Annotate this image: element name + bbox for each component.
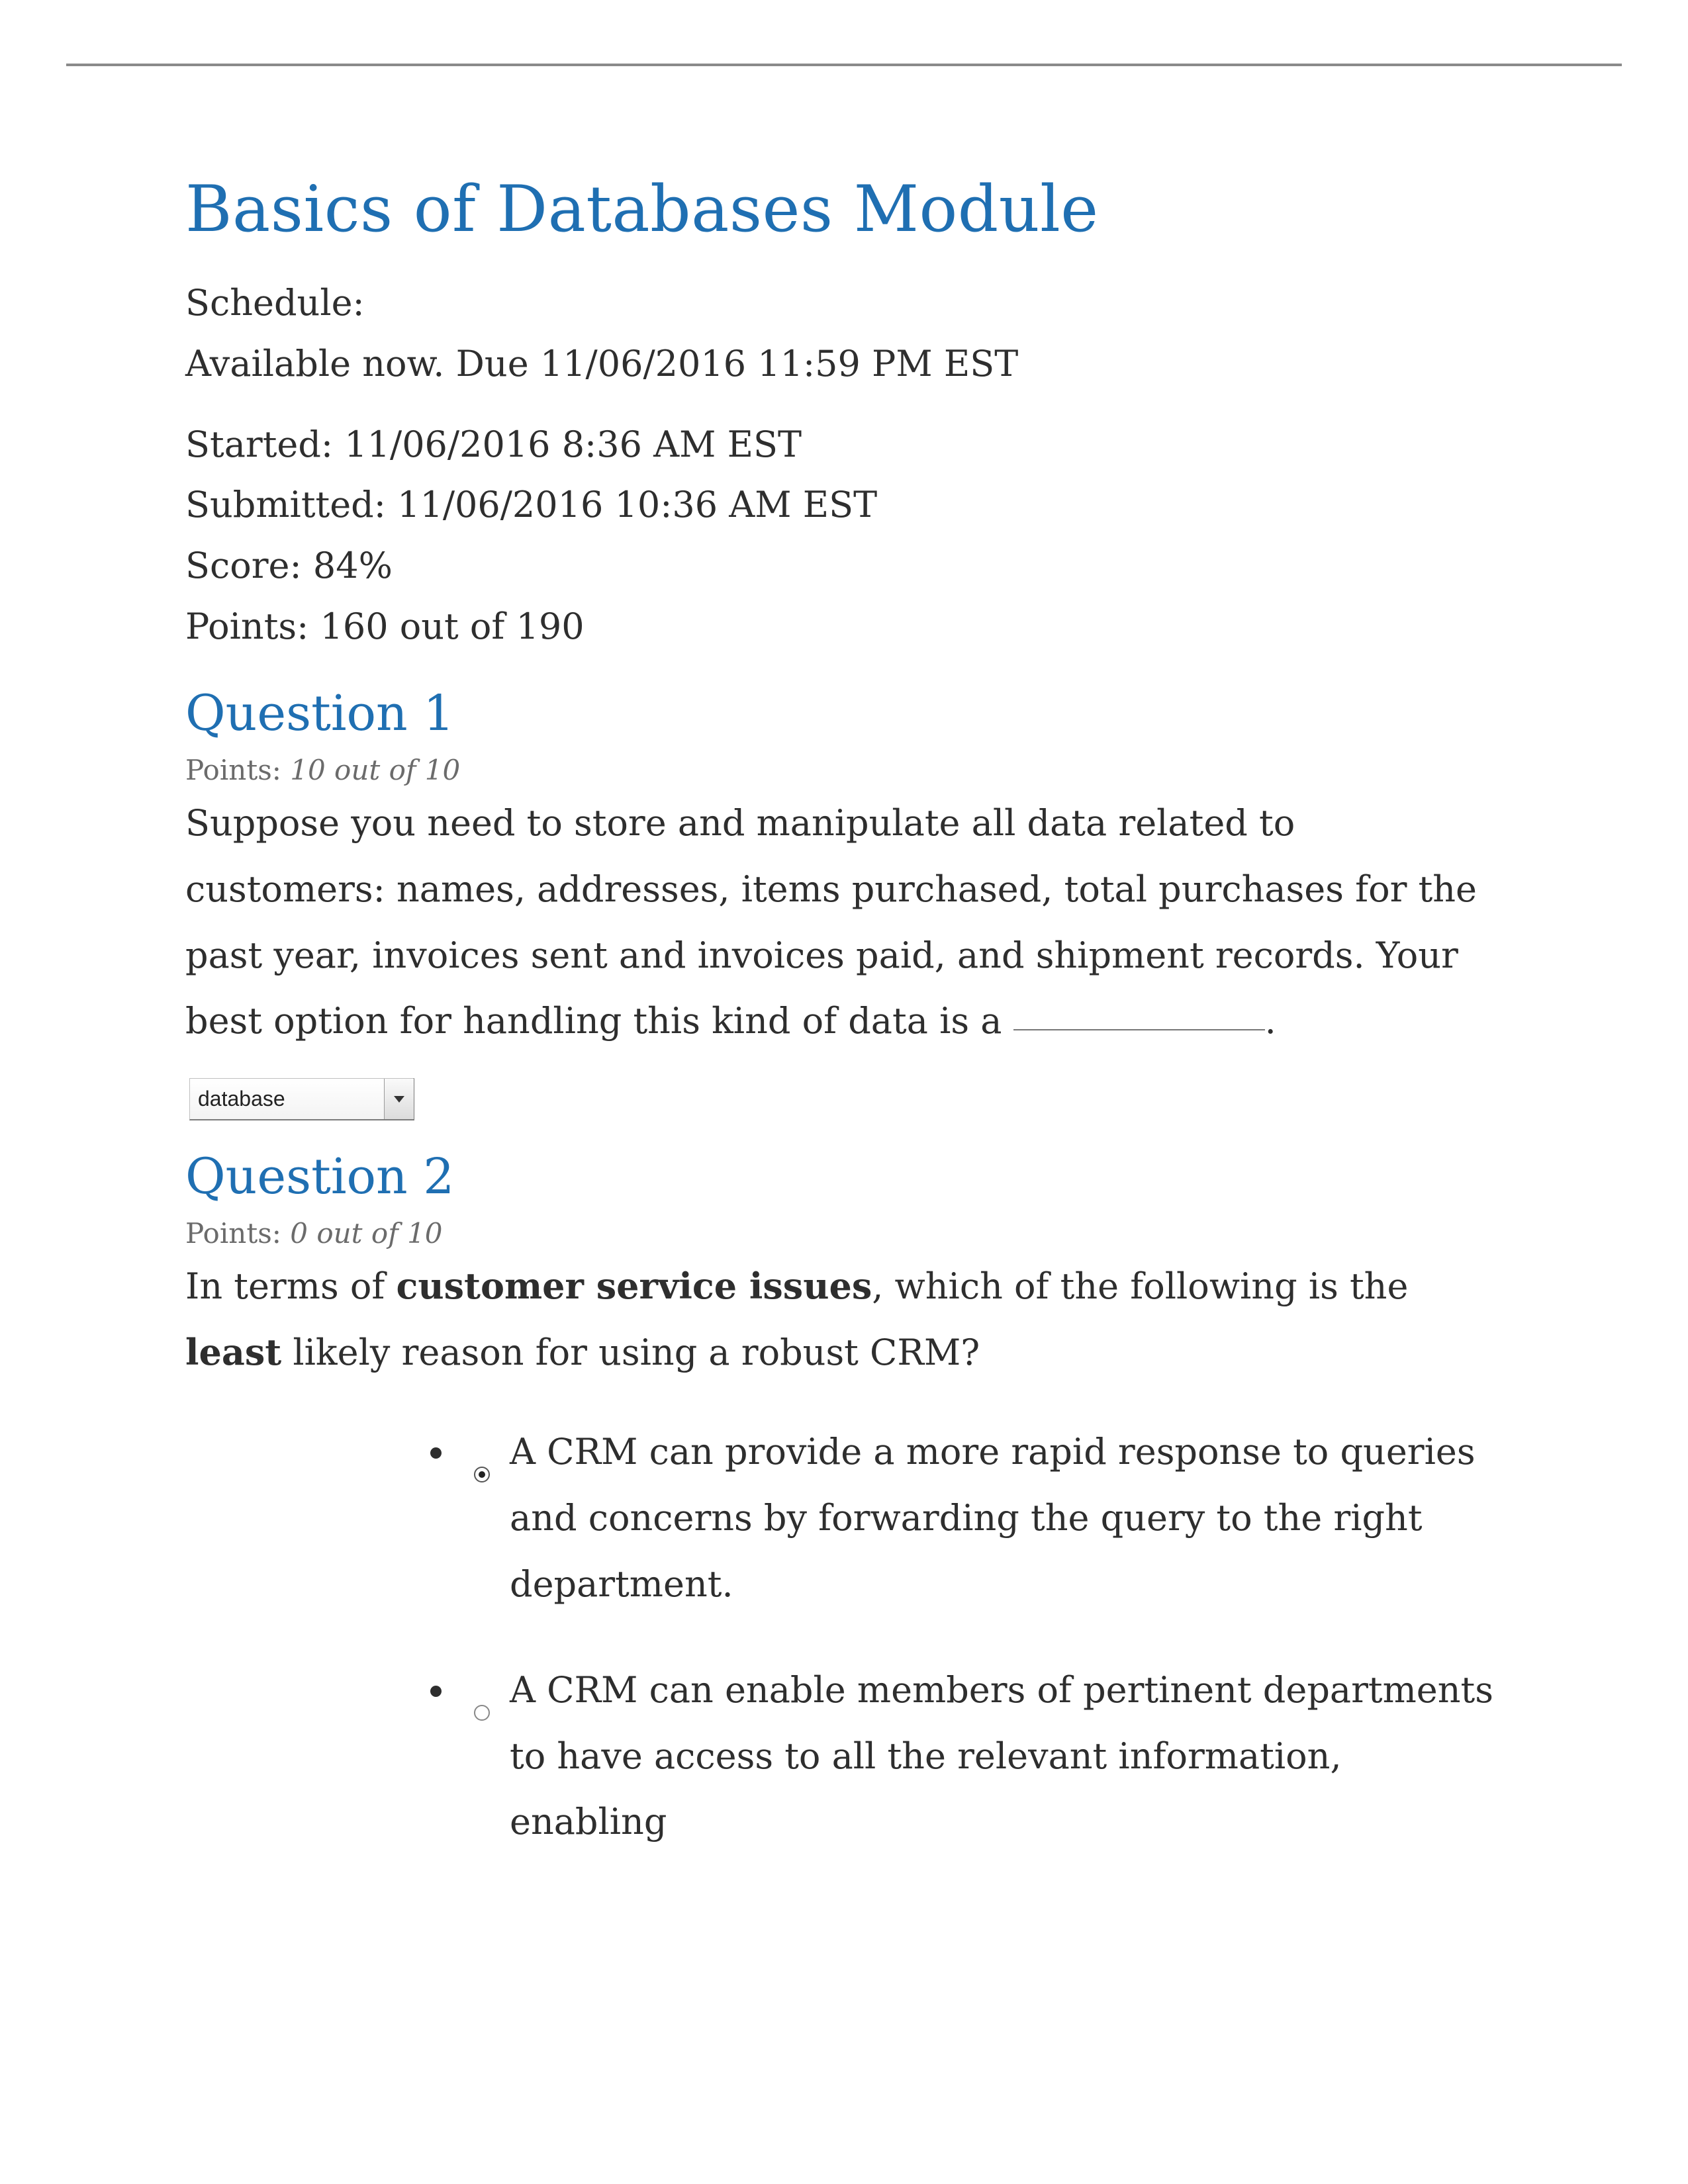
points-label: Points: [185,606,320,647]
dropdown-button[interactable] [384,1079,414,1119]
q2-text-p2: , which of the following is the [872,1265,1408,1307]
q1-text-before: Suppose you need to store and manipulate… [185,802,1477,1042]
submitted-line: Submitted: 11/06/2016 10:36 AM EST [185,475,1503,535]
radio-button[interactable] [473,1704,491,1722]
dropdown-box[interactable]: database [189,1078,414,1120]
dropdown-selected-value: database [198,1079,285,1118]
started-label: Started: [185,424,344,465]
radio-button[interactable] [473,1465,491,1484]
option-text: A CRM can enable members of pertinent de… [457,1657,1503,1856]
q2-text-p1: In terms of [185,1265,397,1307]
q1-points-prefix: Points: [185,754,290,786]
question-1-points: Points: 10 out of 10 [185,754,1503,786]
list-item: A CRM can provide a more rapid response … [457,1419,1503,1617]
score-label: Score: [185,545,313,586]
question-2-options: A CRM can provide a more rapid response … [377,1419,1503,1855]
page-top-rule [66,64,1622,66]
q2-points-value: 0 out of 10 [290,1217,442,1250]
q1-text-after: . [1265,1000,1276,1042]
started-value: 11/06/2016 8:36 AM EST [344,424,802,465]
page-content: Basics of Databases Module Schedule: Ava… [185,172,1503,1895]
radio-selected-icon [473,1465,491,1484]
option-text: A CRM can provide a more rapid response … [457,1419,1503,1617]
module-title: Basics of Databases Module [185,172,1503,246]
schedule-text: Available now. Due 11/06/2016 11:59 PM E… [185,334,1503,394]
radio-unselected-icon [473,1704,491,1722]
submitted-label: Submitted: [185,484,397,525]
status-block: Started: 11/06/2016 8:36 AM EST Submitte… [185,414,1503,657]
chevron-down-icon [393,1095,406,1104]
score-line: Score: 84% [185,535,1503,596]
schedule-block: Schedule: Available now. Due 11/06/2016 … [185,273,1503,394]
q2-bold1: customer service issues [397,1265,872,1307]
score-value: 84% [313,545,393,586]
answer-dropdown[interactable]: database [189,1078,414,1120]
submitted-value: 11/06/2016 10:36 AM EST [397,484,877,525]
q1-points-value: 10 out of 10 [290,754,460,786]
list-item: A CRM can enable members of pertinent de… [457,1657,1503,1856]
points-line: Points: 160 out of 190 [185,596,1503,657]
schedule-label: Schedule: [185,273,1503,334]
q2-bold2: least [185,1331,281,1373]
fill-blank-underline [1013,1029,1265,1030]
question-1-heading: Question 1 [185,685,1503,742]
points-value: 160 out of 190 [320,606,584,647]
question-2-text: In terms of customer service issues, whi… [185,1253,1503,1386]
question-2-heading: Question 2 [185,1148,1503,1205]
question-1-text: Suppose you need to store and manipulate… [185,790,1503,1120]
question-2-points: Points: 0 out of 10 [185,1217,1503,1250]
q2-text-p3: likely reason for using a robust CRM? [281,1332,980,1373]
q2-points-prefix: Points: [185,1217,290,1250]
started-line: Started: 11/06/2016 8:36 AM EST [185,414,1503,475]
